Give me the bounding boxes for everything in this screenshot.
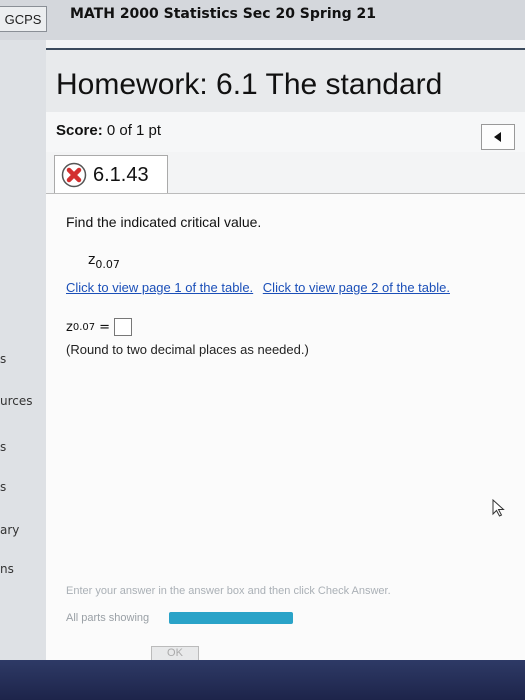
answer-z-subscript: 0.07 [72, 321, 96, 333]
sidebar-item-library[interactable]: ary [0, 523, 19, 537]
answer-input-box[interactable] [114, 318, 132, 336]
rounding-note: (Round to two decimal places as needed.) [66, 342, 309, 357]
top-header: GCPS MATH 2000 Statistics Sec 20 Spring … [0, 0, 525, 40]
sidebar-item-1[interactable]: s [0, 352, 6, 366]
sidebar-item-4[interactable]: s [0, 480, 6, 494]
sidebar-item-3[interactable]: s [0, 440, 6, 454]
question-instruction: Find the indicated critical value. [66, 214, 262, 230]
table-page-1-link[interactable]: Click to view page 1 of the table. [66, 280, 253, 295]
question-number: 6.1.43 [93, 163, 149, 186]
progress-bar [169, 612, 294, 624]
incorrect-x-icon [61, 162, 87, 188]
score-text: Score: 0 of 1 pt [56, 122, 161, 139]
answer-equals-sign: = [99, 319, 110, 335]
parts-showing-label: All parts showing [66, 612, 150, 624]
score-row: Score: 0 of 1 pt [46, 112, 525, 152]
left-sidebar: s urces s s ary ns [0, 40, 46, 660]
table-page-2-link[interactable]: Click to view page 2 of the table. [263, 280, 450, 295]
z-subscript: 0.07 [95, 257, 120, 271]
gcps-nav-button[interactable]: GCPS [0, 6, 47, 32]
mouse-cursor-icon [492, 499, 505, 517]
sidebar-item-resources[interactable]: urces [0, 394, 33, 408]
previous-question-button[interactable] [481, 124, 515, 150]
score-value: 0 of 1 pt [106, 122, 162, 139]
score-label: Score: [56, 122, 103, 139]
homework-title: Homework: 6.1 The standard [56, 68, 443, 101]
course-title: MATH 2000 Statistics Sec 20 Spring 21 [70, 6, 376, 22]
question-body: Find the indicated critical value. z0.07… [46, 193, 525, 663]
homework-header: Homework: 6.1 The standard [46, 48, 525, 114]
progress-fill [169, 612, 294, 624]
bottom-taskbar [0, 660, 525, 700]
main-panel: Homework: 6.1 The standard Score: 0 of 1… [46, 40, 525, 663]
parts-status-row: All parts showing [66, 612, 294, 624]
answer-z-symbol: z [66, 319, 73, 335]
z-expression: z0.07 [88, 252, 120, 271]
instruction-hint: Enter your answer in the answer box and … [66, 585, 391, 597]
table-links: Click to view page 1 of the table. Click… [66, 280, 456, 295]
sidebar-item-options[interactable]: ns [0, 562, 14, 576]
triangle-left-icon [494, 132, 501, 142]
question-tab: 6.1.43 [54, 155, 168, 194]
answer-row: z 0.07 = [66, 318, 132, 336]
